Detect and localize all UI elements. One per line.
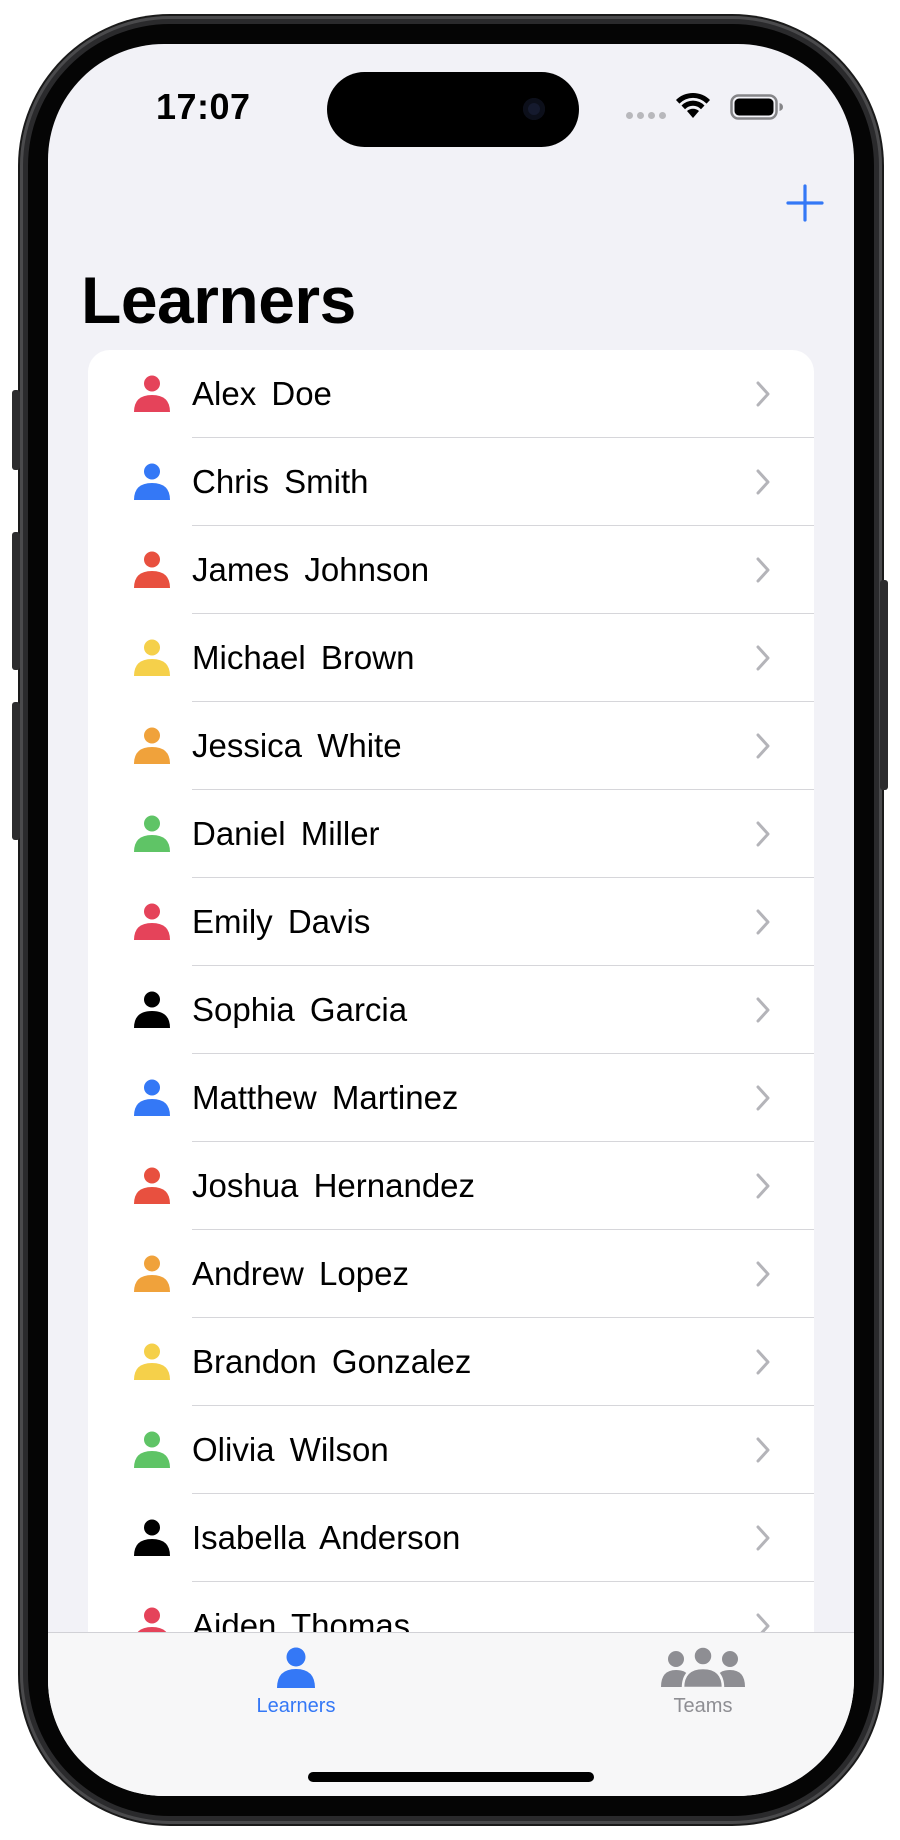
learner-name: Sophia Garcia [192,991,408,1028]
learner-row[interactable]: Olivia Wilson [88,1406,814,1494]
learner-row[interactable]: Matthew Martinez [88,1054,814,1142]
learner-name: Chris Smith [192,463,369,500]
person-icon [134,727,170,764]
chevron-right-icon [756,645,770,671]
chevron-right-icon [756,821,770,847]
learner-row[interactable]: Joshua Hernandez [88,1142,814,1230]
learner-name: Joshua Hernandez [192,1167,476,1204]
person-icon [134,463,170,500]
person-icon [134,991,170,1028]
learner-name: James Johnson [192,551,430,588]
learner-name: Brandon Gonzalez [192,1343,472,1380]
volume-up-button [12,532,20,670]
tab-teams[interactable]: Teams [603,1645,803,1745]
tab-learners[interactable]: Learners [196,1645,396,1745]
learner-row[interactable]: Jessica White [88,702,814,790]
learner-row[interactable]: Alex Doe [88,350,814,438]
person-icon [134,903,170,940]
learner-name: Daniel Miller [192,815,380,852]
chevron-right-icon [756,1349,770,1375]
chevron-right-icon [756,909,770,935]
person-icon [134,1167,170,1204]
learner-row[interactable]: Brandon Gonzalez [88,1318,814,1406]
learner-row[interactable]: Daniel Miller [88,790,814,878]
person-icon [134,1255,170,1292]
learner-name: Alex Doe [192,375,332,412]
person-icon [134,375,170,412]
home-indicator [308,1772,594,1782]
tab-teams-label: Teams [673,1695,733,1717]
learner-name: Olivia Wilson [192,1431,389,1468]
chevron-right-icon [756,557,770,583]
person-icon [277,1647,315,1688]
chevron-right-icon [756,733,770,759]
power-button [880,580,888,790]
cellular-signal-icon [626,112,666,119]
learner-row[interactable]: Emily Davis [88,878,814,966]
screen: 17:07 Learners Alex Doe Chris Smith James … [48,44,854,1796]
chevron-right-icon [756,1525,770,1551]
chevron-right-icon [756,1173,770,1199]
learner-row[interactable]: Michael Brown [88,614,814,702]
person-icon [134,1079,170,1116]
learners-list[interactable]: Alex Doe Chris Smith James Johnson Michael … [88,350,814,1682]
action-button [12,390,20,470]
page-title: Learners [81,263,356,337]
battery-icon [730,94,783,120]
chevron-right-icon [756,1261,770,1287]
chevron-right-icon [756,381,770,407]
learner-name: Jessica White [192,727,402,764]
learner-row[interactable]: Andrew Lopez [88,1230,814,1318]
tab-learners-label: Learners [256,1695,336,1717]
person-icon [134,1343,170,1380]
learner-name: Isabella Anderson [192,1519,461,1556]
dynamic-island [327,72,579,147]
learner-name: Emily Davis [192,903,371,940]
volume-down-button [12,702,20,840]
learner-row[interactable]: Isabella Anderson [88,1494,814,1582]
learner-name: Matthew Martinez [192,1079,459,1116]
chevron-right-icon [756,1437,770,1463]
person-icon [134,551,170,588]
status-time: 17:07 [156,86,251,127]
group-icon [661,1645,745,1689]
wifi-icon [676,92,710,118]
person-icon [134,815,170,852]
chevron-right-icon [756,1085,770,1111]
camera-icon [523,98,545,120]
learner-name: Michael Brown [192,639,415,676]
learner-row[interactable]: James Johnson [88,526,814,614]
learner-name: Andrew Lopez [192,1255,409,1292]
person-icon [134,1431,170,1468]
chevron-right-icon [756,997,770,1023]
learner-row[interactable]: Chris Smith [88,438,814,526]
chevron-right-icon [756,469,770,495]
person-icon [134,639,170,676]
plus-icon [786,184,824,222]
person-icon [134,1519,170,1556]
learner-row[interactable]: Sophia Garcia [88,966,814,1054]
add-learner-button[interactable] [778,176,832,230]
